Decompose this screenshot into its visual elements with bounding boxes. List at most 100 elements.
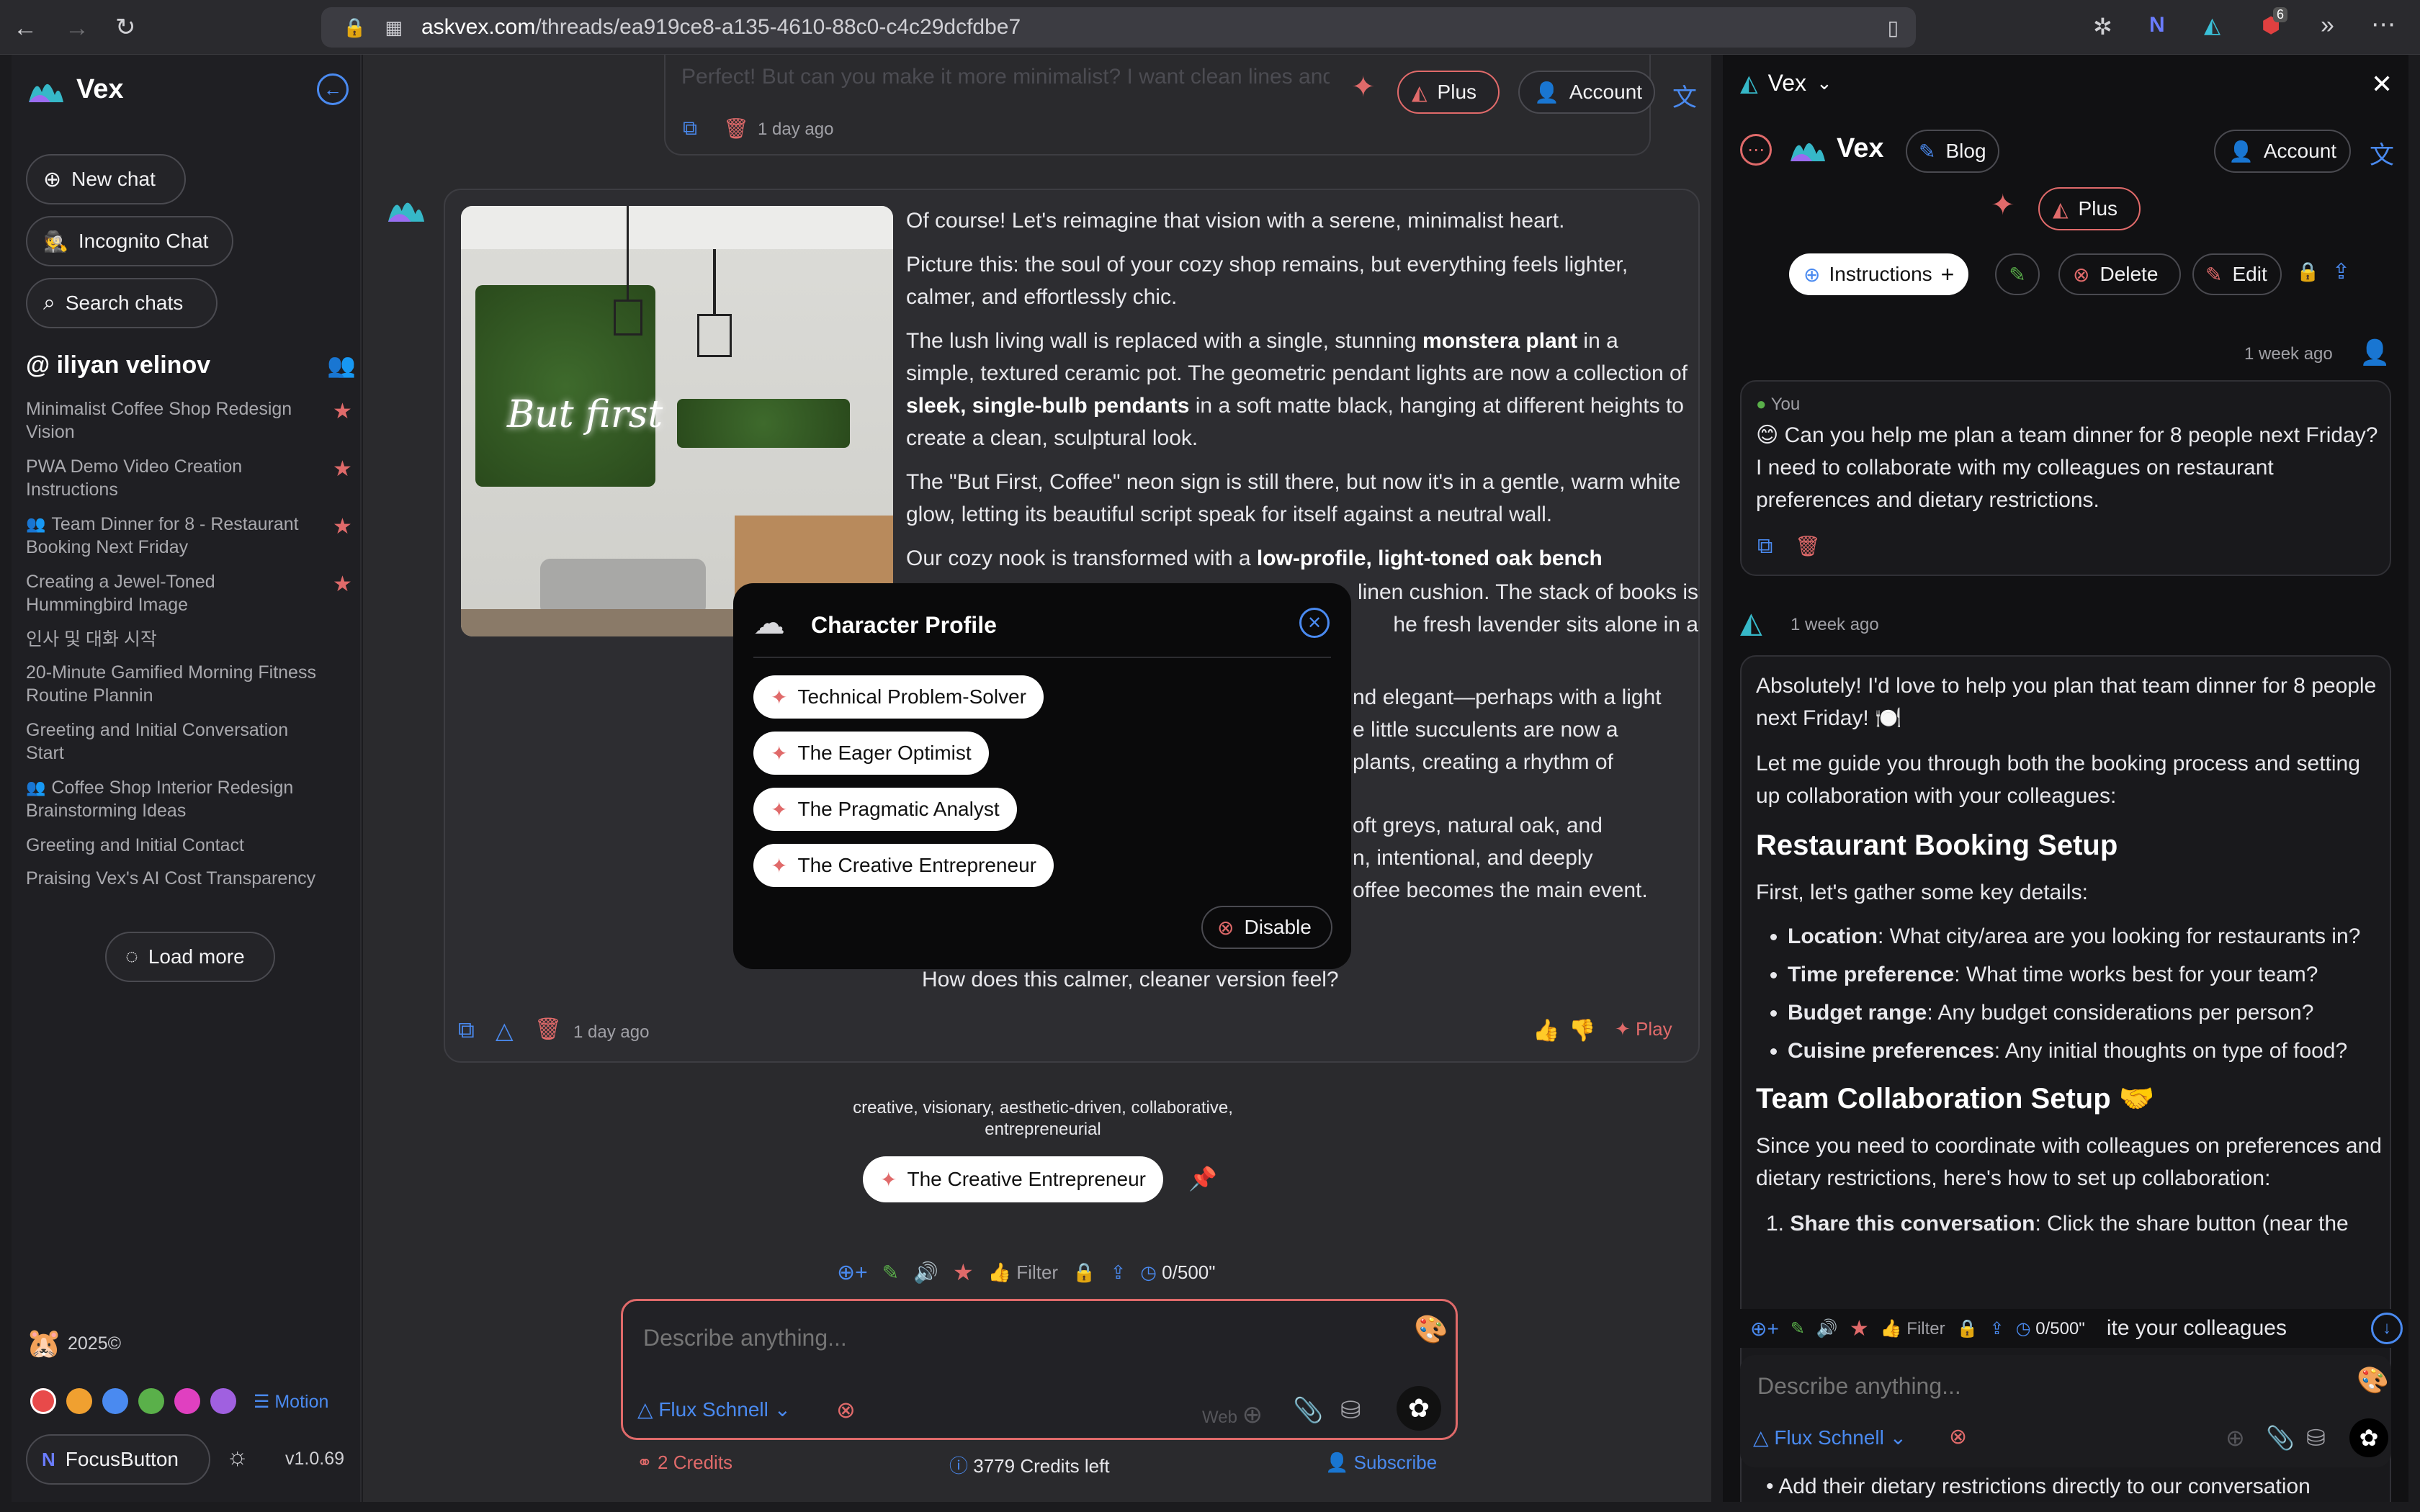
overflow-chevron-icon[interactable]: » [2321, 12, 2334, 40]
delete-icon[interactable]: 🗑 [1795, 534, 1821, 558]
reload-icon[interactable]: ↻ [115, 13, 136, 42]
lock-icon[interactable]: 🔒 [1072, 1261, 1095, 1284]
color-swatch[interactable] [210, 1388, 236, 1414]
site-settings-icon[interactable]: ▦ [385, 17, 403, 39]
add-instructions-icon[interactable]: ⊕+ [1750, 1317, 1779, 1341]
panel-tab[interactable]: ◭ Vex ⌄ [1740, 69, 1832, 96]
persona-sparkle-icon[interactable]: ✦ [1991, 189, 2015, 222]
role-option[interactable]: ✦ The Pragmatic Analyst [753, 788, 1017, 831]
disable-button[interactable]: ⊗ Disable [1201, 906, 1332, 949]
translate-icon[interactable]: 文 [2370, 135, 2394, 171]
play-button[interactable]: ✦ Play [1615, 1018, 1672, 1040]
thread-item[interactable]: Minimalist Coffee Shop Redesign Vision [26, 397, 321, 444]
translate-icon[interactable]: 文 [1672, 78, 1697, 113]
plus-button[interactable]: ◭ Plus [1397, 71, 1500, 114]
clear-model-icon[interactable]: ⊗ [836, 1396, 856, 1423]
thread-item[interactable]: 인사 및 대화 시작 [26, 628, 321, 651]
focusbutton-button[interactable]: N FocusButton [26, 1434, 210, 1485]
star-icon[interactable]: ★ [333, 514, 352, 539]
palette-icon[interactable]: 🎨 [1414, 1314, 1448, 1346]
role-option[interactable]: ✦ The Creative Entrepreneur [753, 844, 1054, 887]
star-icon[interactable]: ★ [333, 456, 352, 482]
attach-icon[interactable]: 📎 [1293, 1396, 1323, 1425]
prompt-input[interactable] [1757, 1368, 2305, 1404]
share-icon[interactable]: ⇪ [2332, 259, 2350, 284]
add-instructions-icon[interactable]: ⊕+ [837, 1260, 868, 1285]
generated-image[interactable]: But first [461, 206, 893, 636]
persona-sparkle-icon[interactable]: ✦ [1351, 71, 1376, 104]
thread-item[interactable]: Praising Vex's AI Cost Transparency [26, 867, 321, 890]
vex-extension-icon[interactable]: ◭ [2204, 13, 2220, 38]
drive-icon[interactable]: ⛁ [1340, 1396, 1361, 1425]
extensions-icon[interactable]: ✲ [2093, 13, 2112, 40]
web-toggle[interactable]: Web ⊕ [1202, 1400, 1263, 1429]
copy-icon[interactable]: ⧉ [1757, 534, 1773, 559]
timer-counter[interactable]: ◷ 0/500" [2016, 1318, 2085, 1339]
address-bar[interactable]: 🔒 ▦ askvex.com/threads/ea919ce8-a135-461… [321, 7, 1916, 48]
palette-icon[interactable]: 🎨 [2357, 1365, 2389, 1395]
lock-icon[interactable]: 🔒 [2296, 261, 2319, 283]
close-panel-icon[interactable]: ✕ [2371, 69, 2393, 99]
filter-button[interactable]: 👍 Filter [1881, 1318, 1945, 1339]
load-more-button[interactable]: ◌ Load more [105, 932, 275, 982]
speaker-icon[interactable]: 🔊 [1816, 1318, 1838, 1339]
color-swatch[interactable] [30, 1388, 56, 1414]
model-selector[interactable]: △ Flux Schnell ⌄ [1753, 1426, 1906, 1449]
thread-item[interactable]: PWA Demo Video Creation Instructions [26, 455, 321, 501]
delete-icon[interactable]: 🗑 [723, 117, 749, 140]
prompt-input[interactable] [643, 1320, 1363, 1356]
delete-icon[interactable]: 🗑 [534, 1017, 562, 1042]
browser-menu-icon[interactable]: ⋯ [2371, 10, 2396, 39]
pencil-button[interactable]: ✎ [1995, 253, 2040, 295]
more-options-icon[interactable]: ⋯ [1740, 134, 1772, 166]
pin-icon[interactable]: 📌 [1188, 1165, 1217, 1192]
back-icon[interactable]: ← [13, 14, 37, 42]
send-icon[interactable]: ✿ [2349, 1418, 2388, 1457]
incognito-chat-button[interactable]: 🕵 Incognito Chat [26, 216, 233, 266]
theme-sun-icon[interactable]: ☼ [226, 1443, 248, 1471]
thread-item[interactable]: Greeting and Initial Contact [26, 834, 321, 857]
pencil-icon[interactable]: ✎ [1791, 1318, 1805, 1339]
copy-icon[interactable]: ⧉ [683, 117, 697, 140]
model-selector[interactable]: △ Flux Schnell ⌄ [637, 1398, 791, 1421]
thumbs-down-icon[interactable]: 👎 [1569, 1018, 1595, 1043]
speaker-icon[interactable]: 🔊 [913, 1261, 938, 1284]
collapse-sidebar-icon[interactable]: ← [317, 73, 349, 105]
search-chats-button[interactable]: ⌕ Search chats [26, 278, 218, 328]
color-swatch[interactable] [174, 1388, 200, 1414]
role-option[interactable]: ✦ Technical Problem-Solver [753, 675, 1044, 719]
color-swatch[interactable] [138, 1388, 164, 1414]
clear-model-icon[interactable]: ⊗ [1949, 1424, 1967, 1449]
globe-icon[interactable]: ⊕ [2226, 1424, 2245, 1452]
account-button[interactable]: 👤 Account [2214, 130, 2351, 173]
share-icon[interactable]: ⇪ [1990, 1318, 2004, 1339]
thread-item[interactable]: Creating a Jewel-Toned Hummingbird Image [26, 570, 321, 616]
thread-item[interactable]: 20-Minute Gamified Morning Fitness Routi… [26, 661, 321, 707]
forward-icon[interactable]: → [65, 14, 89, 42]
delete-button[interactable]: ⊗ Delete [2058, 253, 2181, 295]
instructions-button[interactable]: ⊕ Instructions + [1789, 253, 1969, 295]
new-chat-button[interactable]: ⊕ New chat [26, 154, 186, 204]
thread-item[interactable]: 👥 Team Dinner for 8 - Restaurant Booking … [26, 513, 321, 559]
lock-icon[interactable]: 🔒 [1957, 1318, 1978, 1339]
attach-icon[interactable]: 📎 [2266, 1424, 2295, 1452]
motion-toggle[interactable]: ☰ Motion [254, 1391, 328, 1413]
pencil-icon[interactable]: ✎ [882, 1261, 899, 1284]
thread-item[interactable]: 👥 Coffee Shop Interior Redesign Brainstor… [26, 776, 321, 822]
close-popup-icon[interactable]: ✕ [1299, 608, 1330, 638]
copy-icon[interactable]: ⧉ [458, 1017, 475, 1044]
reader-icon[interactable]: ▯ [1888, 16, 1899, 40]
regenerate-icon[interactable]: △ [496, 1017, 514, 1044]
color-swatch[interactable] [102, 1388, 128, 1414]
star-icon[interactable]: ★ [1850, 1316, 1869, 1341]
send-icon[interactable]: ✿ [1397, 1386, 1441, 1431]
persona-chip[interactable]: ✦ The Creative Entrepreneur [863, 1156, 1163, 1202]
role-option[interactable]: ✦ The Eager Optimist [753, 732, 989, 775]
shared-users-icon[interactable]: 👥 [327, 351, 356, 379]
subscribe-link[interactable]: 👤 Subscribe [1325, 1452, 1437, 1474]
filter-button[interactable]: 👍 Filter [988, 1261, 1058, 1284]
thumbs-up-icon[interactable]: 👍 [1533, 1018, 1559, 1043]
edit-button[interactable]: ✎ Edit [2192, 253, 2282, 295]
scroll-down-icon[interactable]: ↓ [2371, 1313, 2403, 1344]
focus-extension-icon[interactable]: N [2149, 13, 2165, 37]
